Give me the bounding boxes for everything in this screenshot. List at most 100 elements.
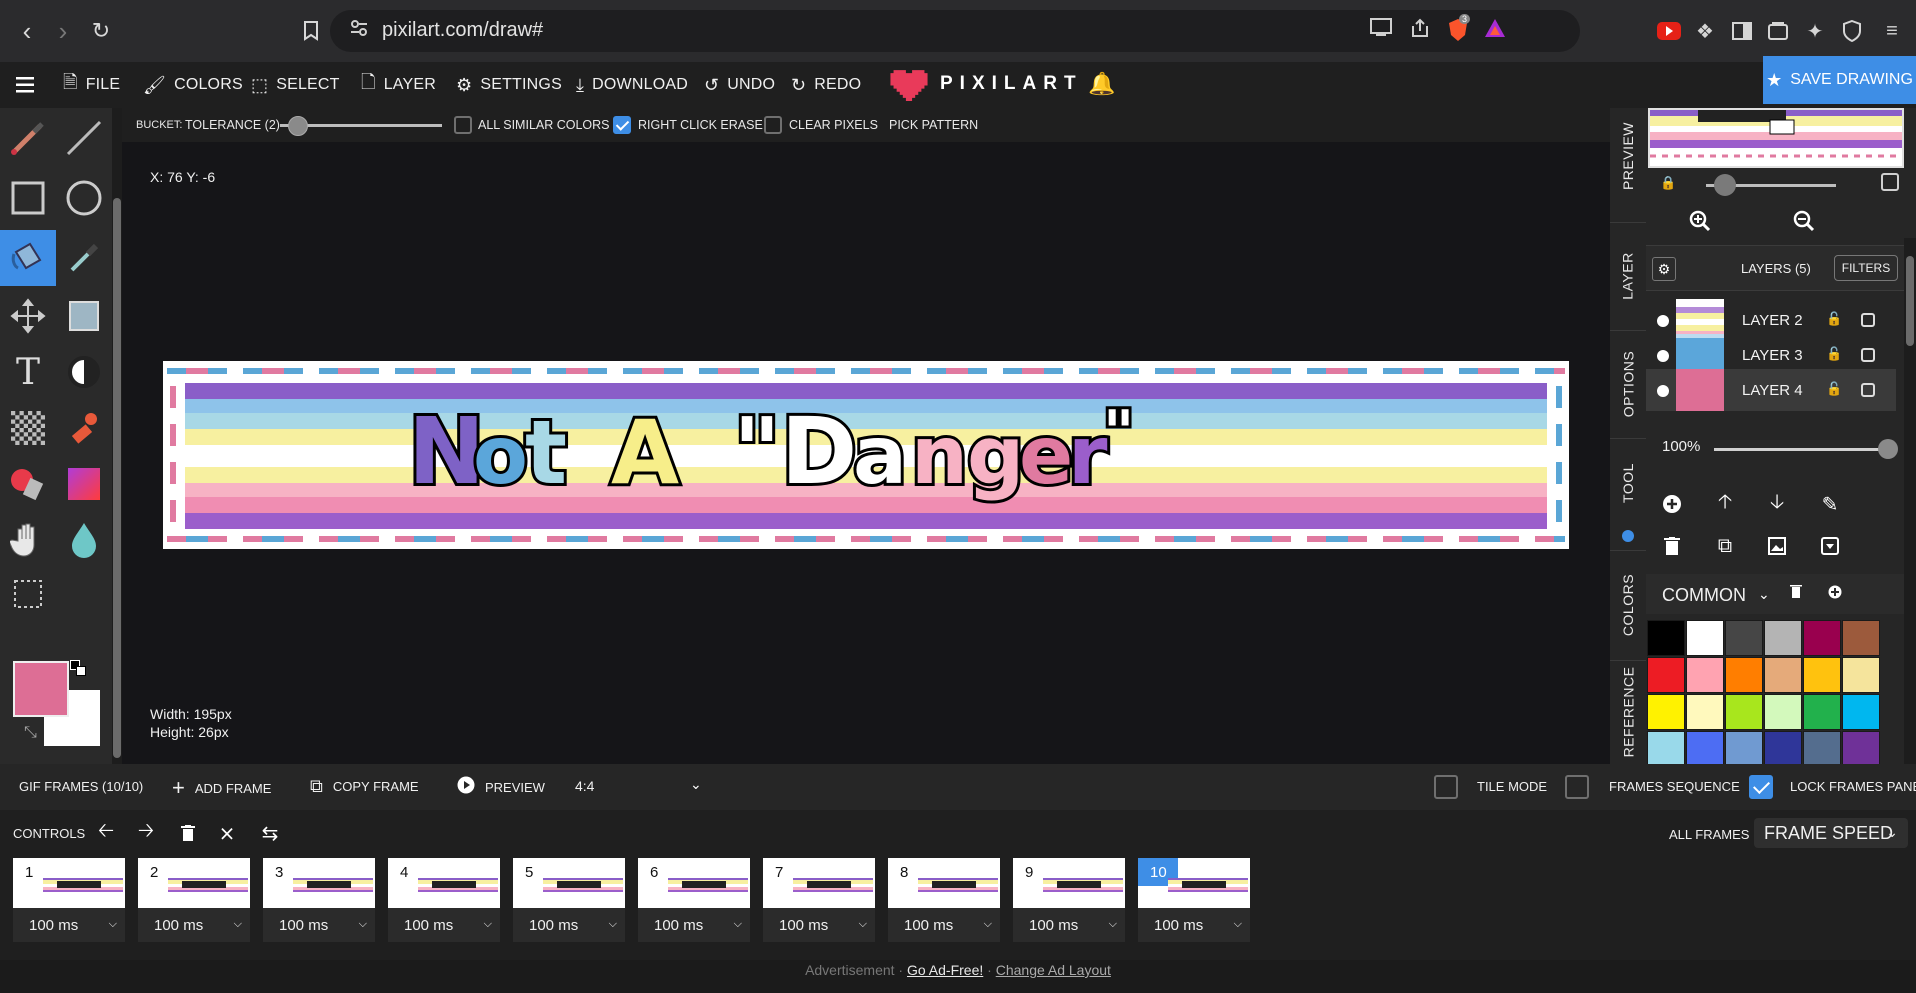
palette-color-swatch[interactable] xyxy=(1842,731,1880,767)
clear-pixels-checkbox[interactable] xyxy=(764,116,782,134)
palette-color-swatch[interactable] xyxy=(1764,694,1802,730)
reload-icon[interactable]: ↻ xyxy=(82,12,120,50)
tab-options[interactable]: OPTIONS xyxy=(1610,330,1646,438)
fill-rect-tool[interactable] xyxy=(56,288,112,344)
palette-color-swatch[interactable] xyxy=(1803,731,1841,767)
frames-sequence-checkbox[interactable] xyxy=(1565,775,1589,799)
palette-color-swatch[interactable] xyxy=(1686,731,1724,767)
frame-thumbnail[interactable]: 9 xyxy=(1013,858,1125,908)
frame-thumbnail[interactable]: 2 xyxy=(138,858,250,908)
frame-speed-dropdown[interactable]: 100 ms ⌵ xyxy=(388,908,500,942)
expand-frames-icon[interactable]: ⨯ xyxy=(213,819,241,847)
palette-color-swatch[interactable] xyxy=(1803,694,1841,730)
frame-thumbnail[interactable]: 4 xyxy=(388,858,500,908)
site-settings-icon[interactable] xyxy=(346,18,372,44)
palette-color-swatch[interactable] xyxy=(1842,620,1880,656)
frame-speed-dropdown[interactable]: 100 ms ⌵ xyxy=(763,908,875,942)
banner-artwork[interactable]: N o t A "D a n g e r " xyxy=(163,361,1569,549)
tab-tool[interactable]: TOOL xyxy=(1610,438,1646,528)
layer-menu[interactable]: 🗋 LAYER xyxy=(361,70,436,100)
shuffle-frames-icon[interactable]: ⇆ xyxy=(256,819,284,847)
circle-tool[interactable] xyxy=(56,170,112,226)
layer-opacity-knob[interactable] xyxy=(1878,439,1898,459)
frame-thumbnail[interactable]: 3 xyxy=(263,858,375,908)
palette-color-swatch[interactable] xyxy=(1803,657,1841,693)
right-click-erase-checkbox[interactable] xyxy=(613,116,631,134)
layer-lock-icon[interactable]: 🔓 xyxy=(1826,346,1842,362)
text-tool[interactable]: T xyxy=(0,344,56,400)
gradient-tool[interactable] xyxy=(56,456,112,512)
palette-color-swatch[interactable] xyxy=(1842,657,1880,693)
go-ad-free-link[interactable]: Go Ad-Free! xyxy=(907,962,983,978)
dither-tool[interactable] xyxy=(0,400,56,456)
brave-rewards-icon[interactable] xyxy=(1482,18,1508,44)
cast-icon[interactable] xyxy=(1368,18,1394,44)
palette-color-swatch[interactable] xyxy=(1647,620,1685,656)
frame-speed-dropdown[interactable]: 100 ms ⌵ xyxy=(1138,908,1250,942)
undo-button[interactable]: ↺ UNDO xyxy=(704,70,775,100)
rename-layer-icon[interactable]: ✎ xyxy=(1816,490,1844,518)
palette-color-swatch[interactable] xyxy=(1764,657,1802,693)
preview-toggle-checkbox[interactable] xyxy=(1881,173,1899,191)
select-menu[interactable]: ⬚ SELECT xyxy=(251,70,340,100)
frame-thumbnail[interactable]: 1 xyxy=(13,858,125,908)
duplicate-layer-icon[interactable]: ⧉ xyxy=(1711,532,1739,560)
crop-tool[interactable] xyxy=(0,566,56,622)
move-layer-up-icon[interactable]: 🡡 xyxy=(1711,490,1739,518)
notifications-bell-icon[interactable]: 🔔 xyxy=(1088,69,1116,99)
frame-speed-dropdown[interactable]: 100 ms ⌵ xyxy=(1013,908,1125,942)
change-ad-layout-link[interactable]: Change Ad Layout xyxy=(996,962,1111,978)
wallet-icon[interactable] xyxy=(1763,16,1793,46)
palette-color-swatch[interactable] xyxy=(1803,620,1841,656)
ratio-select[interactable]: 4:4 xyxy=(575,778,594,794)
back-icon[interactable]: ‹ xyxy=(8,12,46,50)
swap-colors-icon[interactable]: ⤡ xyxy=(24,724,37,742)
forward-icon[interactable]: › xyxy=(44,12,82,50)
drawing-canvas[interactable]: N o t A "D a n g e r " xyxy=(163,361,1569,549)
palette-select[interactable]: COMMON xyxy=(1662,585,1746,606)
palette-color-swatch[interactable] xyxy=(1686,620,1724,656)
palette-color-swatch[interactable] xyxy=(1647,731,1685,767)
toolbar-scrollbar[interactable] xyxy=(112,108,122,764)
frame-thumbnail[interactable]: 6 xyxy=(638,858,750,908)
add-layer-icon[interactable] xyxy=(1658,490,1686,518)
add-frame-button[interactable]: + ADD FRAME xyxy=(172,775,271,801)
palette-color-swatch[interactable] xyxy=(1647,657,1685,693)
preview-animation-button[interactable]: PREVIEW xyxy=(457,776,545,799)
palette-color-swatch[interactable] xyxy=(1647,694,1685,730)
rectangle-tool[interactable] xyxy=(0,170,56,226)
tolerance-slider-knob[interactable] xyxy=(288,116,308,136)
eyedropper-tool[interactable] xyxy=(56,230,112,286)
pencil-tool[interactable] xyxy=(0,110,56,166)
file-menu[interactable]: 🗎 FILE xyxy=(63,70,120,100)
tab-preview[interactable]: PREVIEW xyxy=(1610,108,1646,204)
frame-speed-dropdown[interactable]: 100 ms ⌵ xyxy=(138,908,250,942)
layer-visibility-icon[interactable] xyxy=(1657,350,1669,362)
vpn-icon[interactable] xyxy=(1837,16,1867,46)
layer-row[interactable]: LAYER 4 🔓 xyxy=(1646,369,1896,411)
canvas-workspace[interactable]: X: 76 Y: -6 N o t A "D a n g e r " Width… xyxy=(122,142,1610,764)
move-frame-right-icon[interactable]: 🡢 xyxy=(132,819,160,847)
zoom-out-icon[interactable] xyxy=(1790,207,1818,235)
palette-color-swatch[interactable] xyxy=(1764,731,1802,767)
save-drawing-button[interactable]: ★ SAVE DRAWING xyxy=(1763,56,1916,104)
colors-menu[interactable]: 🖌 COLORS xyxy=(143,70,243,100)
palette-color-swatch[interactable] xyxy=(1725,731,1763,767)
line-tool[interactable] xyxy=(56,110,112,166)
merge-down-icon[interactable] xyxy=(1816,532,1844,560)
layer-lock-icon[interactable]: 🔓 xyxy=(1826,381,1842,397)
preview-lock-icon[interactable]: 🔒 xyxy=(1660,175,1676,191)
frame-speed-select[interactable]: FRAME SPEED ⌄ xyxy=(1754,818,1908,848)
layer-select-checkbox[interactable] xyxy=(1861,313,1875,327)
layer-visibility-icon[interactable] xyxy=(1657,315,1669,327)
layer-image-icon[interactable] xyxy=(1763,532,1791,560)
copy-frame-button[interactable]: ⧉ COPY FRAME xyxy=(310,776,419,797)
move-frame-left-icon[interactable]: 🡠 xyxy=(92,819,120,847)
brave-shields-icon[interactable]: 3 xyxy=(1445,14,1471,44)
frame-thumbnail[interactable]: 7 xyxy=(763,858,875,908)
frame-speed-dropdown[interactable]: 100 ms ⌵ xyxy=(13,908,125,942)
layer-select-checkbox[interactable] xyxy=(1861,383,1875,397)
tab-layer[interactable]: LAYER xyxy=(1610,222,1646,330)
frame-speed-dropdown[interactable]: 100 ms ⌵ xyxy=(263,908,375,942)
download-menu[interactable]: ⤓ DOWNLOAD xyxy=(576,70,688,100)
